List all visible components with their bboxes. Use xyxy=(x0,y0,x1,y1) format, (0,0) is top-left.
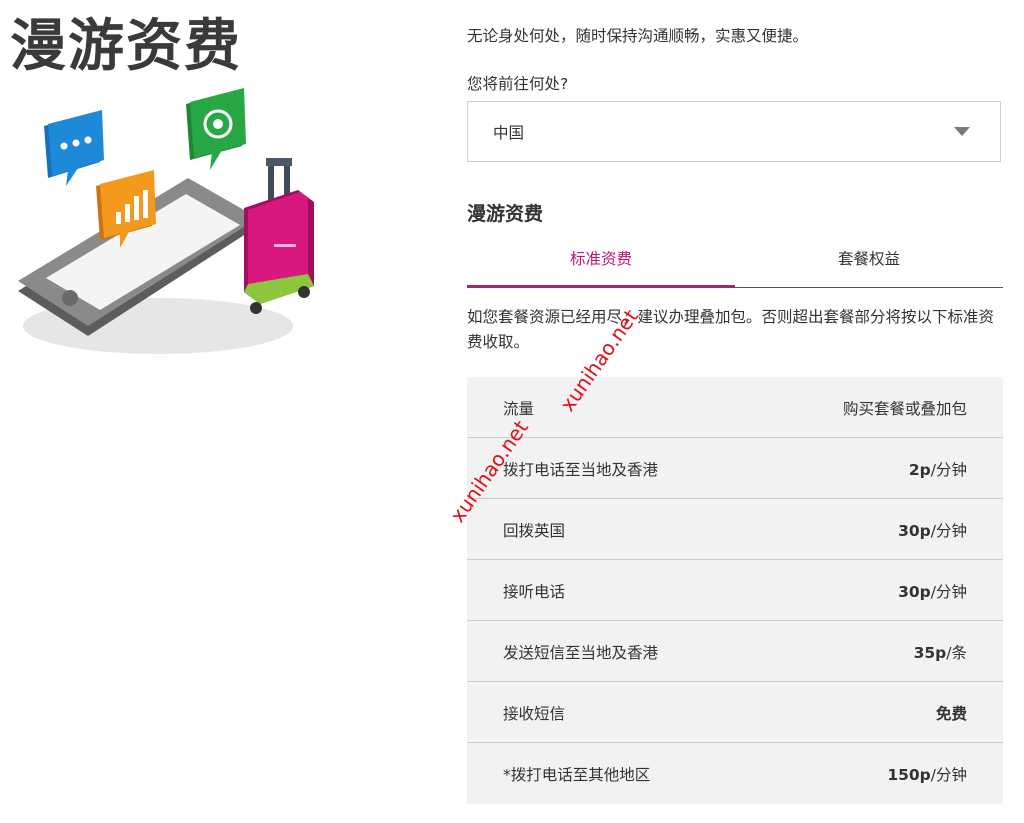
rate-row-send-sms: 发送短信至当地及香港 35p/条 xyxy=(467,621,1003,682)
rates-table: 流量 购买套餐或叠加包 拨打电话至当地及香港 2p/分钟 回拨英国 30p/分钟… xyxy=(467,377,1003,804)
phone-call-bubble-icon xyxy=(186,88,246,170)
page-title: 漫游资费 xyxy=(10,14,242,79)
rate-tabs: 标准资费 套餐权益 xyxy=(467,244,1003,288)
rate-amount: 30p xyxy=(898,522,931,540)
rate-label: 接收短信 xyxy=(503,705,566,723)
intro-text: 无论身处何处，随时保持沟通顺畅，实惠又便捷。 xyxy=(467,27,809,45)
rates-section-title: 漫游资费 xyxy=(467,203,544,225)
tab-plan-benefits[interactable]: 套餐权益 xyxy=(735,244,1003,286)
destination-select[interactable]: 中国 xyxy=(467,101,1001,162)
rate-amount: 免费 xyxy=(935,705,967,723)
rate-value: 30p/分钟 xyxy=(898,519,967,541)
rate-label: 接听电话 xyxy=(503,583,566,601)
destination-selected-value: 中国 xyxy=(493,124,525,142)
rate-unit: /分钟 xyxy=(930,461,967,479)
rate-unit: /分钟 xyxy=(930,522,967,540)
suitcase-icon xyxy=(244,158,314,314)
rate-label: 发送短信至当地及香港 xyxy=(503,644,659,662)
rate-row-local-call: 拨打电话至当地及香港 2p/分钟 xyxy=(467,438,1003,499)
rate-unit: 购买套餐或叠加包 xyxy=(842,400,967,418)
roaming-illustration xyxy=(18,88,314,354)
rate-label: 流量 xyxy=(503,400,535,418)
rate-row-receive-sms: 接收短信 免费 xyxy=(467,682,1003,743)
rate-unit: /分钟 xyxy=(930,766,967,784)
phone-home-button xyxy=(62,290,78,306)
rate-amount: 150p xyxy=(887,766,931,784)
chat-bubble-icon xyxy=(44,110,104,186)
rate-value: 35p/条 xyxy=(914,641,967,663)
rate-value: 购买套餐或叠加包 xyxy=(843,397,967,419)
rates-notice: 如您套餐资源已经用尽，建议办理叠加包。否则超出套餐部分将按以下标准资费收取。 xyxy=(467,308,995,351)
rate-value: 30p/分钟 xyxy=(898,580,967,602)
rate-value: 2p/分钟 xyxy=(909,458,967,480)
rate-row-receive-call: 接听电话 30p/分钟 xyxy=(467,560,1003,621)
rate-row-data: 流量 购买套餐或叠加包 xyxy=(467,377,1003,438)
caret-down-icon xyxy=(954,127,970,136)
rate-row-call-uk: 回拨英国 30p/分钟 xyxy=(467,499,1003,560)
rate-unit: /分钟 xyxy=(930,583,967,601)
rate-amount: 35p xyxy=(913,644,947,662)
rate-label: *拨打电话至其他地区 xyxy=(503,766,651,784)
rate-row-other-call: *拨打电话至其他地区 150p/分钟 xyxy=(467,743,1003,804)
rate-amount: 2p xyxy=(908,461,931,479)
rate-label: 回拨英国 xyxy=(503,522,566,540)
rate-value: 150p/分钟 xyxy=(887,763,967,785)
tab-standard-rates[interactable]: 标准资费 xyxy=(467,244,735,287)
rate-amount: 30p xyxy=(898,583,931,601)
rate-value: 免费 xyxy=(936,702,967,724)
destination-label: 您将前往何处? xyxy=(467,75,569,93)
rate-unit: /条 xyxy=(946,644,967,662)
rate-label: 拨打电话至当地及香港 xyxy=(503,461,659,479)
